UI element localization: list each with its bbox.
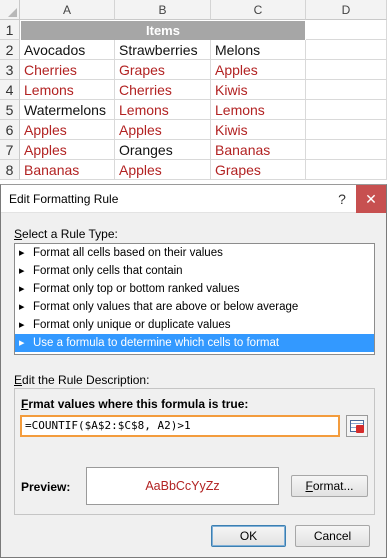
row-header-2[interactable]: 2 <box>0 40 20 60</box>
select-all-corner[interactable] <box>0 0 20 20</box>
row-header-6[interactable]: 6 <box>0 120 20 140</box>
cell-d7[interactable] <box>306 140 387 160</box>
rule-type-label: Format only unique or duplicate values <box>33 319 231 331</box>
cell-d4[interactable] <box>306 80 387 100</box>
preview-sample-box: AaBbCcYyZz <box>86 467 279 505</box>
rule-type-label: Format only top or bottom ranked values <box>33 283 240 295</box>
rule-type-label: Use a formula to determine which cells t… <box>33 337 280 349</box>
row-header-8[interactable]: 8 <box>0 160 20 180</box>
rule-arrow-icon: ▸ <box>19 337 25 349</box>
cell-a6[interactable]: Apples <box>20 120 115 140</box>
close-button[interactable]: ✕ <box>356 185 386 213</box>
rule-arrow-icon: ▸ <box>19 265 25 277</box>
cell-b7[interactable]: Oranges <box>115 140 211 160</box>
rule-arrow-icon: ▸ <box>19 319 25 331</box>
cell-d5[interactable] <box>306 100 387 120</box>
row-header-4[interactable]: 4 <box>0 80 20 100</box>
column-header-c[interactable]: C <box>211 0 306 20</box>
cell-d3[interactable] <box>306 60 387 80</box>
rule-description-label: Edit the Rule Description: <box>14 373 149 387</box>
rule-type-option[interactable]: ▸ Use a formula to determine which cells … <box>15 334 374 352</box>
cell-b6[interactable]: Apples <box>115 120 211 140</box>
rule-arrow-icon: ▸ <box>19 283 25 295</box>
rule-type-option[interactable]: ▸ Format all cells based on their values <box>15 244 374 262</box>
rule-description-access-key: E <box>14 373 23 387</box>
format-button-access-key: F <box>305 479 313 493</box>
cell-b4[interactable]: Cherries <box>115 80 211 100</box>
rule-arrow-icon: ▸ <box>19 247 25 259</box>
rule-description-text: dit the Rule Description: <box>22 373 150 387</box>
formula-label: Frmat values where this formula is true: <box>21 397 248 411</box>
row-header-1[interactable]: 1 <box>0 20 20 40</box>
range-selector-button[interactable] <box>346 415 368 437</box>
formula-label-text: rmat values where this formula is true: <box>28 397 249 411</box>
rule-type-label: Select a Rule Type: <box>14 227 118 241</box>
rule-type-label: Format only values that are above or bel… <box>33 301 299 313</box>
dialog-titlebar[interactable]: Edit Formatting Rule ? ✕ <box>1 185 386 213</box>
cell-d2[interactable] <box>306 40 387 60</box>
ok-button[interactable]: OK <box>211 525 286 547</box>
rule-type-option[interactable]: ▸ Format only values that are above or be… <box>15 298 374 316</box>
cell-b5[interactable]: Lemons <box>115 100 211 120</box>
rule-type-option[interactable]: ▸ Format only cells that contain <box>15 262 374 280</box>
rule-type-label: Format all cells based on their values <box>33 247 223 259</box>
row-header-5[interactable]: 5 <box>0 100 20 120</box>
rule-type-label-text: elect a Rule Type: <box>22 227 118 241</box>
rule-type-option[interactable]: ▸ Format only unique or duplicate values <box>15 316 374 334</box>
collapse-dialog-icon <box>356 425 364 433</box>
header-cell-items[interactable]: Items <box>21 21 305 40</box>
cell-a2[interactable]: Avocados <box>20 40 115 60</box>
rule-description-group: Frmat values where this formula is true:… <box>14 388 375 515</box>
cell-c5[interactable]: Lemons <box>211 100 306 120</box>
cell-b2[interactable]: Strawberries <box>115 40 211 60</box>
preview-label: Preview: <box>21 480 71 494</box>
cell-b3[interactable]: Grapes <box>115 60 211 80</box>
cell-d8[interactable] <box>306 160 387 180</box>
cell-a4[interactable]: Lemons <box>20 80 115 100</box>
rule-type-list[interactable]: ▸ Format all cells based on their values ▸… <box>14 243 375 355</box>
edit-formatting-rule-dialog: Edit Formatting Rule ? ✕ Select a Rule T… <box>0 184 387 558</box>
column-header-b[interactable]: B <box>115 0 211 20</box>
cell-d6[interactable] <box>306 120 387 140</box>
cell-a7[interactable]: Apples <box>20 140 115 160</box>
cell-a5[interactable]: Watermelons <box>20 100 115 120</box>
formula-input[interactable]: =COUNTIF($A$2:$C$8, A2)>1 <box>20 415 340 437</box>
spreadsheet: A B C D 1 2 3 4 5 6 7 8 Items Avocados St… <box>0 0 387 180</box>
row-header-3[interactable]: 3 <box>0 60 20 80</box>
rule-type-label-access-key: S <box>14 227 23 241</box>
column-header-d[interactable]: D <box>306 0 387 20</box>
rule-arrow-icon: ▸ <box>19 301 25 313</box>
cell-d1[interactable] <box>306 20 387 40</box>
format-button-label: ormat... <box>312 479 354 493</box>
cell-c4[interactable]: Kiwis <box>211 80 306 100</box>
cell-c2[interactable]: Melons <box>211 40 306 60</box>
rule-type-label: Format only cells that contain <box>33 265 183 277</box>
cell-c3[interactable]: Apples <box>211 60 306 80</box>
cell-a8[interactable]: Bananas <box>20 160 115 180</box>
cell-a3[interactable]: Cherries <box>20 60 115 80</box>
dialog-title: Edit Formatting Rule <box>9 192 119 206</box>
column-header-a[interactable]: A <box>20 0 115 20</box>
cell-b8[interactable]: Apples <box>115 160 211 180</box>
cancel-button[interactable]: Cancel <box>295 525 370 547</box>
format-button[interactable]: Format... <box>291 475 368 497</box>
row-header-7[interactable]: 7 <box>0 140 20 160</box>
help-button[interactable]: ? <box>332 189 352 209</box>
cell-c6[interactable]: Kiwis <box>211 120 306 140</box>
cell-c7[interactable]: Bananas <box>211 140 306 160</box>
cell-c8[interactable]: Grapes <box>211 160 306 180</box>
rule-type-option[interactable]: ▸ Format only top or bottom ranked values <box>15 280 374 298</box>
